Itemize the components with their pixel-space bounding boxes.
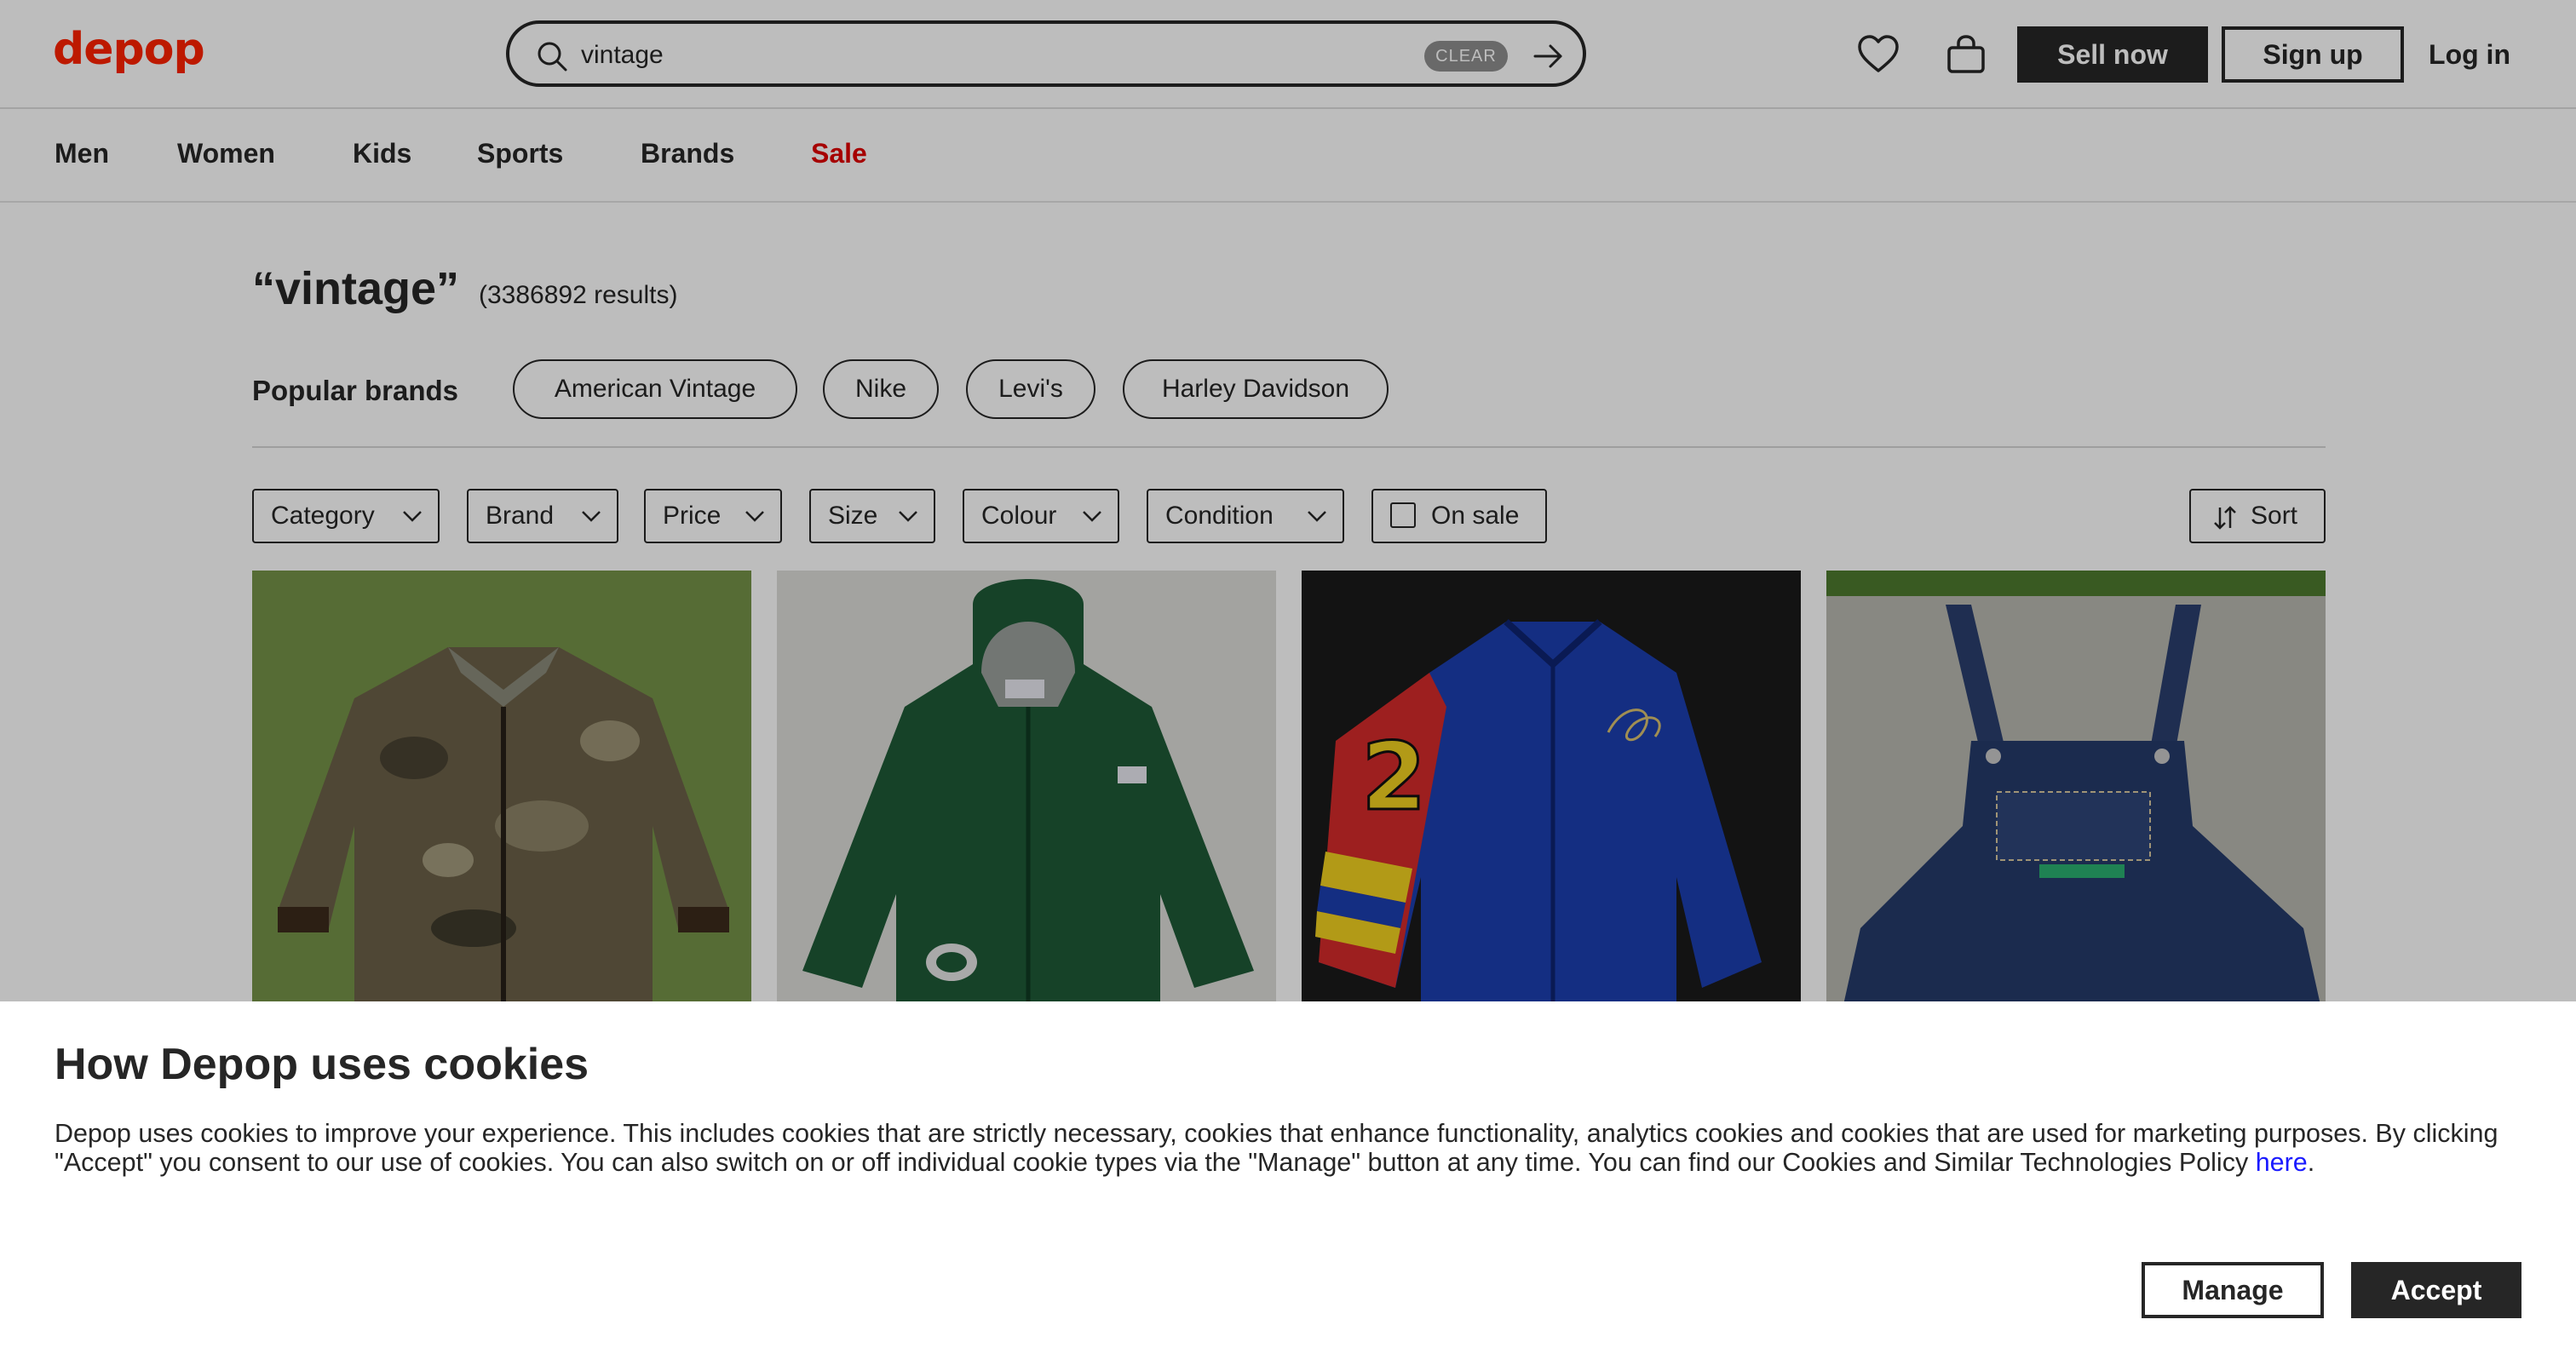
filter-label: Colour — [981, 502, 1057, 530]
brand-chip-harley-davidson[interactable]: Harley Davidson — [1123, 359, 1389, 419]
brand-chip-nike[interactable]: Nike — [823, 359, 939, 419]
blue-racing-jacket-image: 2 — [1302, 571, 1801, 1005]
chevron-down-icon — [582, 511, 601, 522]
svg-text:2: 2 — [1361, 722, 1427, 831]
arrow-right-icon[interactable] — [1532, 39, 1566, 73]
cookie-banner-text: Depop uses cookies to improve your exper… — [55, 1119, 2498, 1177]
filter-label: On sale — [1431, 502, 1520, 530]
filter-on-sale[interactable]: On sale — [1371, 489, 1547, 543]
sort-label: Sort — [2251, 502, 2298, 530]
green-hooded-jacket-image — [777, 571, 1276, 1005]
filter-label: Size — [828, 502, 878, 530]
clear-search-button[interactable]: CLEAR — [1424, 41, 1508, 72]
nav-item-women[interactable]: Women — [177, 138, 275, 169]
category-nav: Men Women Kids Sports Brands Sale — [0, 109, 2576, 203]
product-card[interactable] — [252, 571, 751, 1005]
search-query-heading: “vintage” — [252, 263, 460, 314]
filter-condition[interactable]: Condition — [1147, 489, 1344, 543]
filter-label: Category — [271, 502, 375, 530]
results-count: (3386892 results) — [479, 281, 678, 309]
cookie-banner: How Depop uses cookies Depop uses cookie… — [0, 1001, 2576, 1371]
product-card[interactable]: 2 — [1302, 571, 1801, 1005]
filter-price[interactable]: Price — [644, 489, 782, 543]
search-icon — [538, 42, 567, 72]
cookie-banner-title: How Depop uses cookies — [55, 1040, 589, 1089]
product-card[interactable] — [1826, 571, 2326, 1005]
chevron-down-icon — [899, 511, 917, 522]
nav-item-kids[interactable]: Kids — [353, 138, 411, 169]
cookie-policy-link[interactable]: here — [2256, 1148, 2308, 1177]
search-input[interactable] — [579, 36, 1264, 75]
depop-logo[interactable]: depop — [53, 24, 205, 75]
site-header: depop CLEAR Sell now Sign up Log in — [0, 0, 2576, 109]
filter-label: Condition — [1165, 502, 1274, 530]
filter-colour[interactable]: Colour — [963, 489, 1119, 543]
denim-overalls-image — [1826, 571, 2326, 1005]
filter-size[interactable]: Size — [809, 489, 935, 543]
nav-item-brands[interactable]: Brands — [641, 138, 734, 169]
filter-label: Price — [663, 502, 722, 530]
nav-item-sale[interactable]: Sale — [811, 138, 867, 169]
accept-cookies-button[interactable]: Accept — [2351, 1262, 2521, 1318]
brand-chip-levis[interactable]: Levi's — [966, 359, 1095, 419]
popular-brands-label: Popular brands — [252, 375, 459, 406]
bag-icon[interactable] — [1946, 34, 1987, 75]
brand-chip-american-vintage[interactable]: American Vintage — [513, 359, 797, 419]
log-in-button[interactable]: Log in — [2414, 26, 2525, 83]
chevron-down-icon — [1083, 511, 1101, 522]
chevron-down-icon — [403, 511, 422, 522]
manage-cookies-button[interactable]: Manage — [2142, 1262, 2324, 1318]
camo-jacket-image — [252, 571, 751, 1005]
chevron-down-icon — [1308, 511, 1326, 522]
cookie-banner-body: Depop uses cookies to improve your exper… — [55, 1119, 2498, 1177]
filter-label: Brand — [486, 502, 555, 530]
search-bar[interactable]: CLEAR — [506, 20, 1586, 87]
sell-now-button[interactable]: Sell now — [2017, 26, 2208, 83]
nav-item-sports[interactable]: Sports — [477, 138, 563, 169]
divider — [252, 446, 2326, 448]
filter-category[interactable]: Category — [252, 489, 440, 543]
sort-icon — [2214, 506, 2236, 530]
heart-icon[interactable] — [1857, 34, 1900, 75]
on-sale-checkbox[interactable] — [1390, 502, 1416, 528]
product-card[interactable] — [777, 571, 1276, 1005]
nav-item-men[interactable]: Men — [55, 138, 109, 169]
sign-up-button[interactable]: Sign up — [2222, 26, 2404, 83]
chevron-down-icon — [745, 511, 764, 522]
filter-brand[interactable]: Brand — [467, 489, 618, 543]
sort-button[interactable]: Sort — [2189, 489, 2326, 543]
